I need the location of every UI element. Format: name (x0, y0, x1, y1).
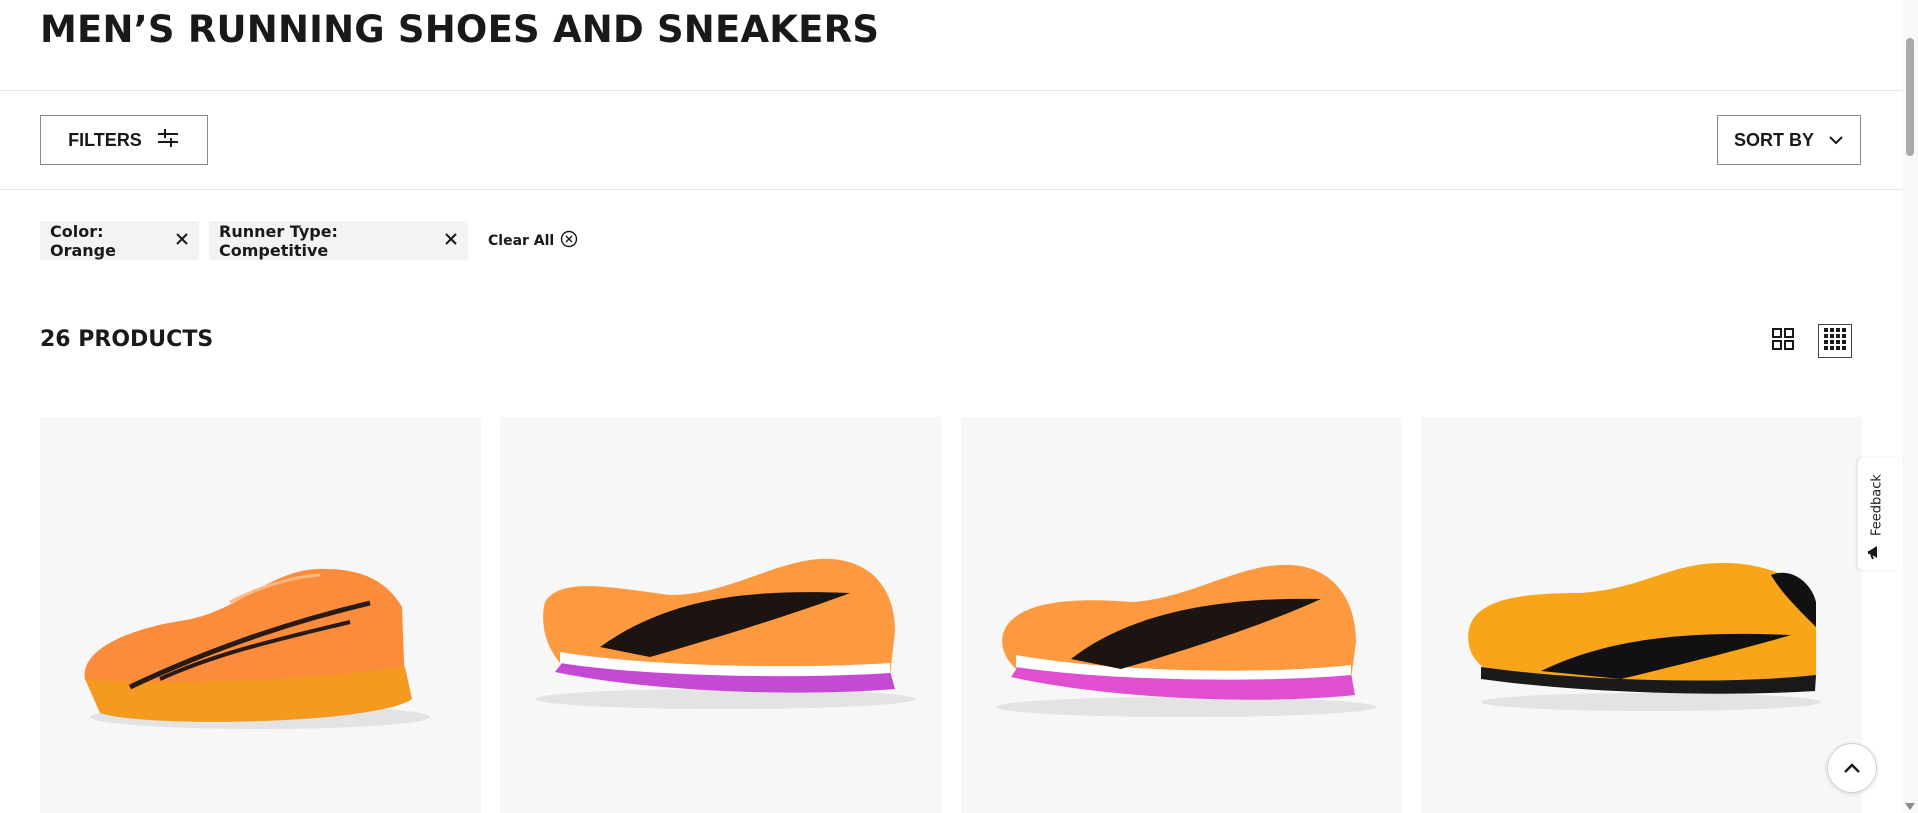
sort-by-label: SORT BY (1733, 129, 1814, 150)
chevron-up-icon (1843, 759, 1861, 778)
sort-by-button[interactable]: SORT BY (1717, 115, 1861, 165)
product-card[interactable] (1421, 417, 1862, 813)
circle-close-icon (560, 230, 578, 252)
filter-chip-color[interactable]: Color: Orange (40, 221, 199, 260)
product-image-yellow-black-spike-shoe (1468, 562, 1821, 711)
filter-chip-runner-type[interactable]: Runner Type: Competitive (209, 221, 468, 260)
feedback-label: Feedback (1869, 474, 1885, 536)
clear-all-label: Clear All (488, 233, 555, 249)
close-icon[interactable] (175, 231, 189, 250)
product-card[interactable] (40, 417, 481, 813)
product-image-orange-racing-shoe (84, 568, 430, 729)
close-icon[interactable] (444, 231, 458, 250)
product-image-orange-pink-spike-shoe (996, 564, 1376, 717)
scrollbar-thumb[interactable] (1906, 38, 1914, 156)
chevron-down-icon (1828, 130, 1844, 151)
grid-large-icon (1771, 327, 1795, 355)
products-count: 26 PRODUCTS (40, 327, 214, 352)
filter-chip-label: Runner Type: Competitive (219, 221, 338, 260)
product-card[interactable] (961, 417, 1402, 813)
product-image-orange-pink-spike-shoe (535, 558, 915, 709)
page-title: MEN’S RUNNING SHOES AND SNEAKERS (40, 8, 880, 51)
scroll-down-arrow-icon[interactable] (1904, 797, 1916, 810)
header-divider (0, 90, 1902, 91)
sliders-icon (156, 127, 180, 154)
back-to-top-button[interactable] (1827, 743, 1877, 793)
filter-chip-label: Color: Orange (50, 221, 116, 260)
clear-all-button[interactable]: Clear All (488, 229, 578, 253)
product-card[interactable] (500, 417, 941, 813)
grid-small-view-toggle[interactable] (1818, 324, 1852, 358)
megaphone-icon (1866, 542, 1886, 566)
grid-large-view-toggle[interactable] (1766, 324, 1800, 358)
grid-small-icon (1823, 327, 1847, 355)
toolbar-divider (0, 189, 1902, 190)
filters-label: FILTERS (68, 129, 142, 150)
filters-button[interactable]: FILTERS (40, 115, 208, 165)
